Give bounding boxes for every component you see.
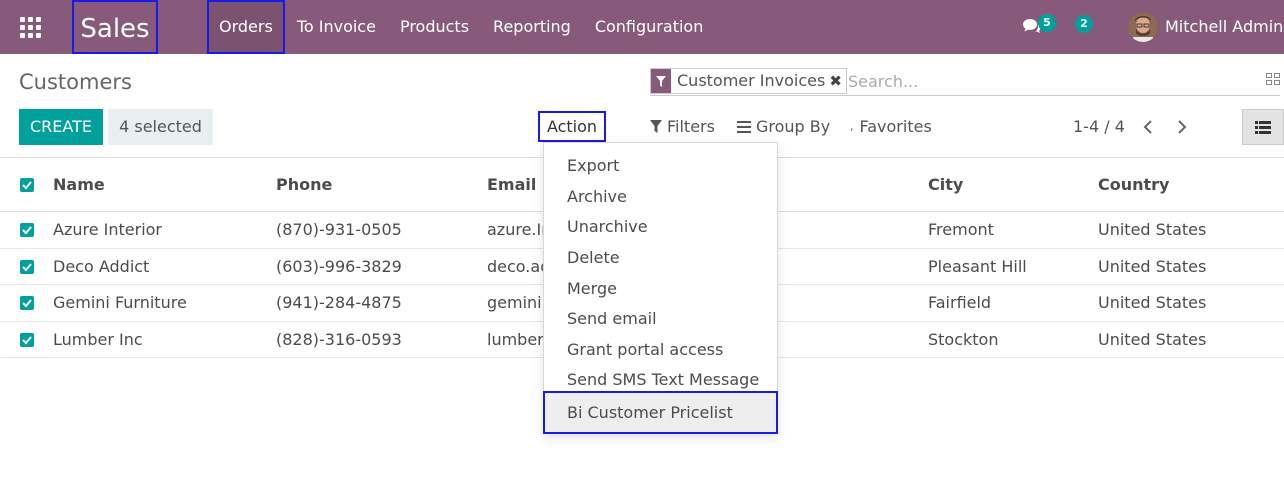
menu-item-send-email[interactable]: Send email — [544, 304, 777, 334]
search-bar: Customer Invoices ✖ — [650, 67, 1280, 96]
search-options-toggle-icon[interactable] — [1266, 73, 1280, 85]
menu-item-bi-customer-pricelist[interactable]: Bi Customer Pricelist — [543, 391, 778, 434]
activities-count-badge[interactable]: 2 — [1075, 15, 1093, 33]
avatar-photo-icon — [1128, 12, 1158, 42]
menu-configuration[interactable]: Configuration — [583, 0, 716, 54]
favorites-button[interactable]: , Favorites — [850, 111, 932, 142]
select-all-checkbox[interactable] — [20, 178, 34, 192]
cell-country: United States — [1098, 256, 1207, 276]
group-by-label: Group By — [756, 117, 831, 136]
cell-city: Fairfield — [928, 293, 992, 312]
filter-icon — [651, 69, 671, 93]
list-view-button[interactable] — [1242, 109, 1284, 145]
row-checkbox[interactable] — [20, 223, 34, 237]
menu-orders[interactable]: Orders — [207, 0, 285, 54]
column-header-country[interactable]: Country — [1098, 158, 1169, 212]
cell-phone: (941)-284-4875 — [276, 293, 402, 312]
menu-item-grant-portal-access[interactable]: Grant portal access — [544, 335, 777, 365]
action-dropdown-menu: Export Archive Unarchive Delete Merge Se… — [543, 142, 778, 434]
main-menu: Orders To Invoice Products Reporting Con… — [207, 0, 715, 54]
star-icon: , — [850, 120, 854, 133]
cell-name: Lumber Inc — [53, 329, 143, 349]
column-header-name[interactable]: Name — [53, 158, 105, 212]
cell-name: Gemini Furniture — [53, 293, 187, 312]
cell-country: United States — [1098, 329, 1207, 349]
cell-email: azure.In — [487, 220, 543, 239]
menu-item-archive[interactable]: Archive — [544, 182, 777, 212]
menu-products[interactable]: Products — [388, 0, 481, 54]
menu-item-merge[interactable]: Merge — [544, 274, 777, 304]
menu-item-unarchive[interactable]: Unarchive — [544, 212, 777, 242]
menu-item-export[interactable]: Export — [544, 151, 777, 181]
favorites-label: Favorites — [859, 117, 932, 136]
cell-country: United States — [1098, 220, 1207, 239]
row-checkbox[interactable] — [20, 296, 34, 310]
app-brand[interactable]: Sales — [72, 0, 158, 54]
menu-item-delete[interactable]: Delete — [544, 243, 777, 273]
pager-value[interactable]: 1-4 / 4 — [1073, 111, 1125, 142]
row-checkbox[interactable] — [20, 259, 34, 274]
menu-to-invoice[interactable]: To Invoice — [285, 0, 388, 54]
cell-email: lumber — [487, 329, 543, 349]
facet-label: Customer Invoices — [677, 71, 826, 90]
messages-count-badge: 5 — [1038, 14, 1056, 32]
row-checkbox[interactable] — [20, 332, 34, 347]
cell-country: United States — [1098, 293, 1207, 312]
chevron-left-icon[interactable] — [1140, 118, 1158, 136]
breadcrumb: Customers — [19, 70, 132, 94]
action-button[interactable]: Action — [538, 111, 606, 142]
chevron-right-icon[interactable] — [1172, 118, 1190, 136]
cell-email: gemini — [487, 293, 542, 312]
cell-city: Pleasant Hill — [928, 256, 1027, 276]
user-avatar[interactable] — [1128, 12, 1158, 42]
cell-phone: (828)-316-0593 — [276, 329, 402, 349]
cell-name: Azure Interior — [53, 220, 163, 239]
apps-grid-icon[interactable] — [14, 13, 46, 41]
create-button[interactable]: CREATE — [19, 109, 103, 145]
cell-phone: (870)-931-0505 — [276, 220, 402, 239]
column-header-phone[interactable]: Phone — [276, 158, 332, 212]
filters-button[interactable]: Filters — [650, 111, 715, 142]
menu-reporting[interactable]: Reporting — [481, 0, 583, 54]
remove-facet-icon[interactable]: ✖ — [829, 69, 846, 93]
list-view-icon — [1255, 120, 1271, 134]
column-header-email[interactable]: Email — [487, 158, 536, 212]
filter-funnel-icon — [650, 120, 662, 133]
search-facet: Customer Invoices ✖ — [650, 68, 847, 94]
selection-counter: 4 selected — [108, 109, 213, 145]
group-by-bars-icon — [737, 120, 751, 133]
cell-phone: (603)-996-3829 — [276, 256, 402, 276]
cell-email: deco.ad — [487, 256, 543, 276]
filters-label: Filters — [667, 117, 715, 136]
cell-city: Stockton — [928, 329, 999, 349]
search-input[interactable] — [848, 69, 1248, 93]
cell-name: Deco Addict — [53, 256, 150, 276]
top-navbar: Sales Orders To Invoice Products Reporti… — [0, 0, 1284, 54]
cell-city: Fremont — [928, 220, 994, 239]
column-header-city[interactable]: City — [928, 158, 963, 212]
user-name[interactable]: Mitchell Admin — [1165, 0, 1283, 54]
group-by-button[interactable]: Group By — [737, 111, 830, 142]
